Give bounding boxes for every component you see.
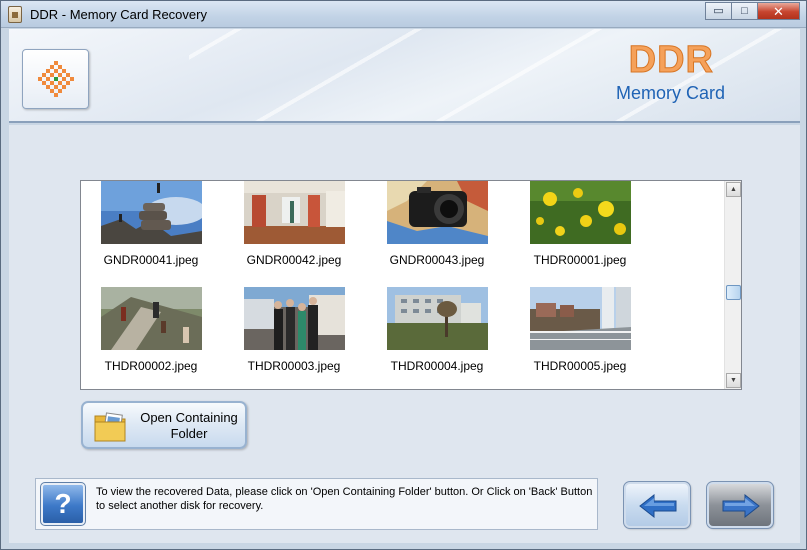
app-icon[interactable] [8,6,22,23]
file-thumbnail[interactable]: GNDR00043.jpeg [367,181,507,267]
close-icon: ✕ [773,3,784,19]
title-bar[interactable]: DDR - Memory Card Recovery ▭ □ ✕ [1,1,806,28]
photo-stairs-hikers-icon [100,287,202,350]
product-name: Memory Card [615,83,725,103]
folder-photos-icon [94,412,126,442]
photo-group-people-icon [243,287,345,350]
file-thumbnail[interactable]: GNDR00042.jpeg [224,181,364,267]
photo-yellow-flowers-icon [529,181,631,244]
window-controls: ▭ □ ✕ [705,2,800,20]
help-button[interactable]: ? [40,482,86,526]
open-folder-label-line2: Folder [170,426,208,441]
file-name: THDR00002.jpeg [104,359,198,373]
photo-balcony-view-icon [529,287,631,350]
maximize-button[interactable]: □ [731,2,758,20]
back-button[interactable] [623,481,691,529]
logo-box [22,49,89,109]
left-arrow-icon [639,494,677,518]
maximize-icon: □ [741,4,748,17]
open-folder-label-line1: Open Containing [140,410,238,425]
close-button[interactable]: ✕ [757,2,800,20]
file-name: THDR00001.jpeg [533,253,627,267]
scroll-down-button[interactable]: ▼ [726,373,741,388]
info-panel: ? To view the recovered Data, please cli… [35,478,598,530]
file-thumbnail[interactable]: THDR00002.jpeg [81,287,221,373]
app-window: DDR - Memory Card Recovery ▭ □ ✕ DDR Mem… [0,0,807,550]
photo-hall-interior-icon [243,181,345,244]
instruction-text: To view the recovered Data, please click… [96,486,593,512]
checkered-diamond-icon [37,61,74,97]
main-panel: GNDR00041.jpeg GNDR00042.jpeg GNDR00043.… [9,125,800,543]
scroll-up-icon: ▲ [730,186,737,193]
file-name: THDR00003.jpeg [247,359,341,373]
photo-rocks-climbers-icon [100,181,206,244]
scrollbar-thumb[interactable] [726,285,741,300]
scroll-up-button[interactable]: ▲ [726,182,741,197]
next-button[interactable] [706,481,774,529]
file-name: GNDR00042.jpeg [246,253,342,267]
window-title: DDR - Memory Card Recovery [30,7,207,22]
file-name: THDR00005.jpeg [533,359,627,373]
photo-camera-maps-icon [386,181,488,244]
recovered-files-gallery[interactable]: GNDR00041.jpeg GNDR00042.jpeg GNDR00043.… [80,180,742,390]
scroll-down-icon: ▼ [730,377,737,384]
file-thumbnail[interactable]: THDR00005.jpeg [510,287,650,373]
file-name: GNDR00041.jpeg [103,253,199,267]
open-folder-label: Open Containing Folder [137,410,241,442]
gallery-scrollbar[interactable]: ▲ ▼ [724,181,741,389]
file-thumbnail[interactable]: THDR00003.jpeg [224,287,364,373]
file-name: GNDR00043.jpeg [389,253,485,267]
question-mark-icon: ? [54,488,72,519]
brand-logo-text: DDR [628,39,714,82]
file-thumbnail[interactable]: GNDR00041.jpeg [81,181,221,267]
file-thumbnail[interactable]: THDR00001.jpeg [510,181,650,267]
open-containing-folder-button[interactable]: Open Containing Folder [81,401,247,449]
minimize-button[interactable]: ▭ [705,2,732,20]
file-name: THDR00004.jpeg [390,359,484,373]
header-banner: DDR Memory Card [9,29,800,123]
minimize-icon: ▭ [713,4,724,17]
file-thumbnail[interactable]: THDR00004.jpeg [367,287,507,373]
right-arrow-icon [722,494,760,518]
photo-building-lawn-icon [386,287,488,350]
